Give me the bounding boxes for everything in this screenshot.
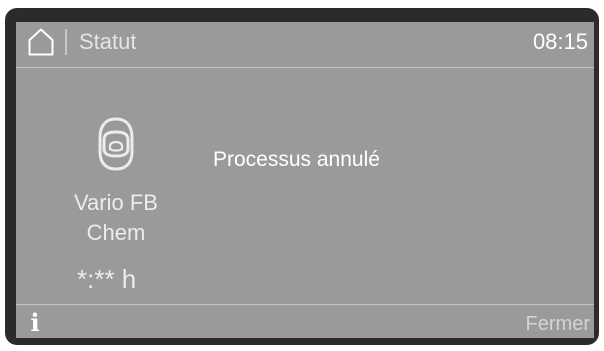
home-icon[interactable] <box>28 28 54 56</box>
display-screen: Statut 08:15 Vario FB Chem *:** h Proces… <box>16 22 594 338</box>
footer-bar: i Fermer <box>16 304 594 338</box>
info-icon[interactable]: i <box>25 310 45 336</box>
status-message: Processus annulé <box>213 148 380 171</box>
page-title: Statut <box>79 29 137 54</box>
status-header: Statut 08:15 <box>16 22 594 68</box>
program-name: Vario FB Chem <box>56 188 176 248</box>
close-button[interactable]: Fermer <box>526 312 590 336</box>
header-divider <box>65 29 67 55</box>
program-name-line1: Vario FB <box>74 190 158 215</box>
clock-time: 08:15 <box>532 29 588 54</box>
program-name-line2: Chem <box>86 220 146 245</box>
remaining-time: *:** h <box>77 264 137 294</box>
mask-icon <box>98 117 134 171</box>
